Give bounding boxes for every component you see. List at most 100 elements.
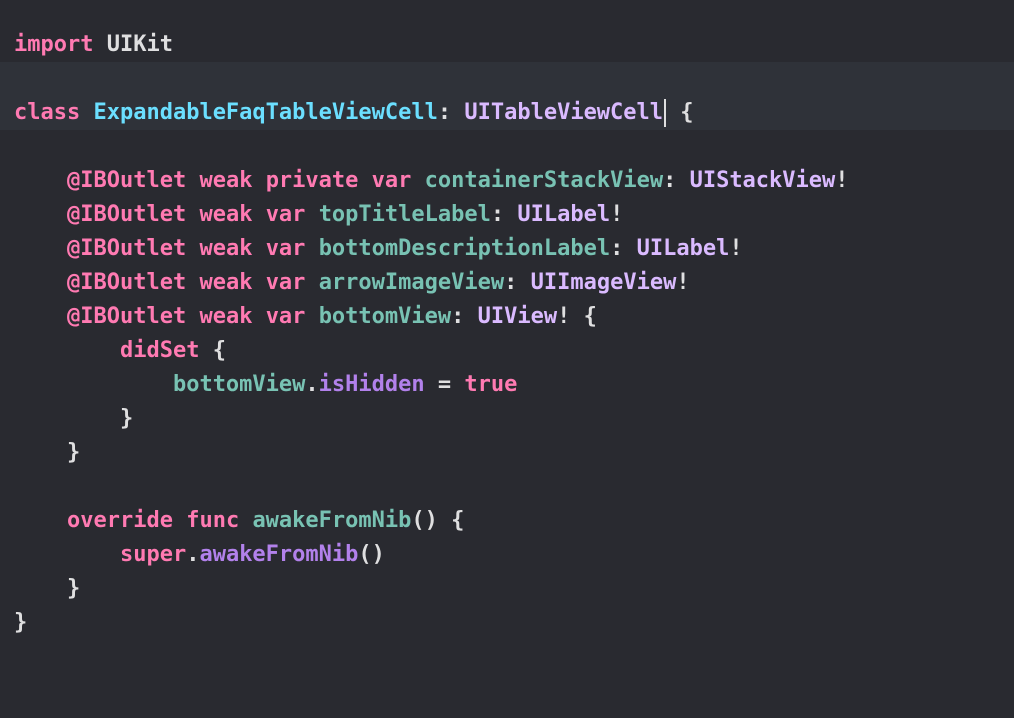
code-line-11[interactable]: bottomView.isHidden = true (0, 368, 1014, 402)
code-line-15[interactable]: override func awakeFromNib() { (0, 504, 1014, 538)
code-token: ! (835, 168, 849, 193)
code-token: func (186, 508, 240, 533)
code-token: bottomDescriptionLabel (318, 236, 611, 261)
code-token: bottomView (172, 372, 306, 397)
code-line-17[interactable]: } (0, 572, 1014, 606)
code-line-5[interactable]: @IBOutlet weak private var containerStac… (0, 164, 1014, 198)
code-line-10[interactable]: didSet { (0, 334, 1014, 368)
code-token: UIImageView (530, 270, 677, 295)
code-token: @IBOutlet (66, 168, 187, 193)
code-line-9[interactable]: @IBOutlet weak var bottomView: UIView! { (0, 300, 1014, 334)
code-token: weak (199, 168, 253, 193)
code-token: weak (199, 304, 253, 329)
code-token: weak (199, 202, 253, 227)
code-token: awakeFromNib (252, 508, 412, 533)
code-token: var (371, 168, 412, 193)
code-token: class (14, 100, 81, 125)
code-token: () { (411, 508, 465, 533)
code-token: @IBOutlet (66, 236, 187, 261)
code-token: ! (676, 270, 690, 295)
code-line-16[interactable]: super.awakeFromNib() (0, 538, 1014, 572)
code-token: @IBOutlet (66, 202, 187, 227)
code-token: ! { (557, 304, 597, 329)
code-token: private (265, 168, 359, 193)
code-token: didSet (119, 338, 200, 363)
code-token: UILabel (636, 236, 730, 261)
code-line-8[interactable]: @IBOutlet weak var arrowImageView: UIIma… (0, 266, 1014, 300)
code-line-4[interactable] (0, 130, 1014, 164)
code-token: { (667, 100, 694, 125)
code-token: ExpandableFaqTableViewCell (93, 100, 438, 125)
code-token: } (14, 610, 28, 635)
code-line-1[interactable]: import UIKit (0, 28, 1014, 62)
code-token: var (265, 304, 306, 329)
code-line-2[interactable] (0, 62, 1014, 96)
code-line-6[interactable]: @IBOutlet weak var topTitleLabel: UILabe… (0, 198, 1014, 232)
code-token: } (66, 440, 81, 465)
code-token: super (119, 542, 187, 567)
code-token: topTitleLabel (318, 202, 491, 227)
code-token: @IBOutlet (66, 304, 187, 329)
code-token: : (490, 202, 518, 227)
code-token: var (265, 236, 306, 261)
code-token: { (199, 338, 226, 363)
code-token: true (464, 372, 518, 397)
code-line-14[interactable] (0, 470, 1014, 504)
code-token: @IBOutlet (66, 270, 187, 295)
code-line-13[interactable]: } (0, 436, 1014, 470)
code-token: ! (729, 236, 743, 261)
code-token: UILabel (517, 202, 611, 227)
code-token: : (437, 100, 465, 125)
code-token: = (424, 372, 465, 397)
code-token: bottomView (318, 304, 452, 329)
code-line-12[interactable]: } (0, 402, 1014, 436)
code-token: UIView (477, 304, 558, 329)
code-token: isHidden (318, 372, 425, 397)
code-editor[interactable]: import UIKit class ExpandableFaqTableView… (0, 0, 1014, 718)
code-token: . (186, 542, 200, 567)
code-line-18[interactable]: } (0, 606, 1014, 640)
code-token: UIStackView (689, 168, 836, 193)
code-token: containerStackView (424, 168, 664, 193)
code-line-3[interactable]: class ExpandableFaqTableViewCell: UITabl… (0, 96, 1014, 130)
code-token: : (610, 236, 637, 261)
code-token: awakeFromNib (199, 542, 359, 567)
code-token: : (663, 168, 690, 193)
code-token: : (504, 270, 531, 295)
code-line-7[interactable]: @IBOutlet weak var bottomDescriptionLabe… (0, 232, 1014, 266)
code-token: ! (610, 202, 624, 227)
code-token: var (265, 270, 306, 295)
code-token: } (119, 406, 134, 431)
code-token: weak (199, 236, 253, 261)
code-token: override (66, 508, 173, 533)
